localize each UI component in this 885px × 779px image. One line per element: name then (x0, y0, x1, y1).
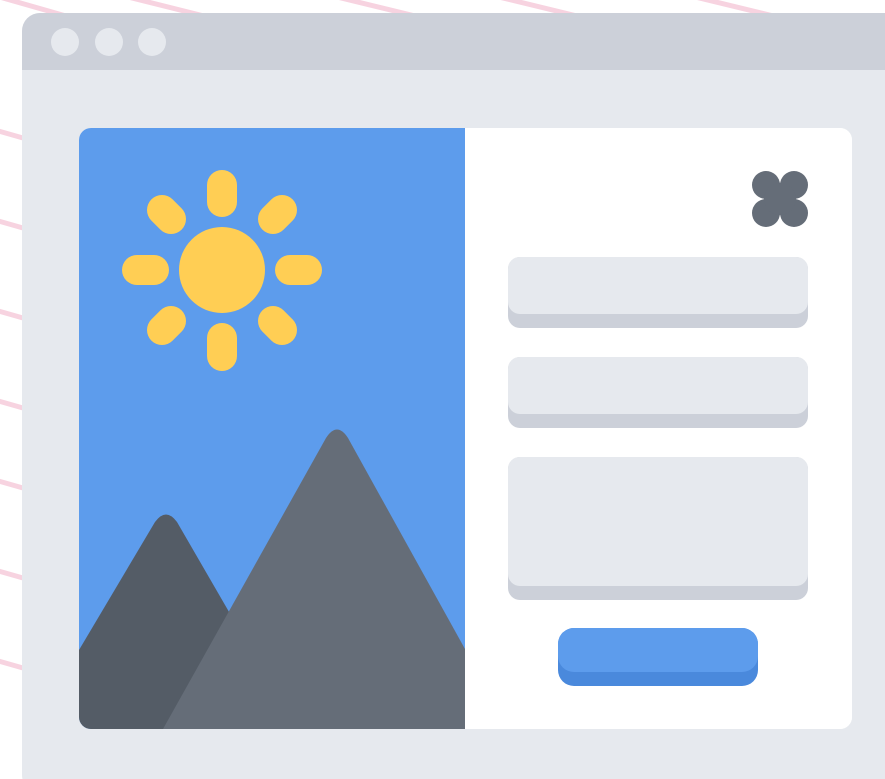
window-control-dot[interactable] (95, 28, 123, 56)
name-field[interactable] (508, 257, 808, 328)
mountain-icon (79, 429, 465, 729)
sun-icon (122, 170, 322, 371)
submit-button[interactable] (558, 628, 758, 686)
message-textarea[interactable] (508, 457, 808, 586)
landscape-image (79, 170, 465, 729)
window-titlebar (22, 13, 885, 70)
email-field[interactable] (508, 357, 808, 428)
submit-button-label (558, 628, 758, 672)
window-control-dot[interactable] (138, 28, 166, 56)
message-field[interactable] (508, 457, 808, 600)
close-icon[interactable] (751, 170, 809, 228)
image-placeholder (79, 128, 465, 729)
popup-modal (79, 128, 852, 729)
form-panel (465, 128, 852, 729)
email-input[interactable] (508, 357, 808, 414)
window-control-dot[interactable] (51, 28, 79, 56)
name-input[interactable] (508, 257, 808, 314)
page (0, 0, 885, 779)
